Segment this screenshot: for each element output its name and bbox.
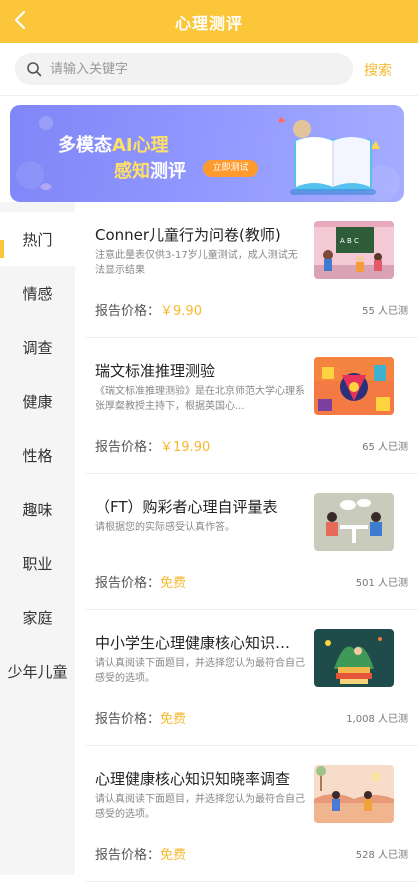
sidebar-item-fun[interactable]: 趣味 xyxy=(0,482,75,536)
sidebar-item-family[interactable]: 家庭 xyxy=(0,590,75,644)
reading-illustration-icon xyxy=(314,629,394,687)
list-item[interactable]: 瑞文标准推理测验 《瑞文标准推理测验》是在北京师范大学心理系张厚粲教授主持下，根… xyxy=(85,338,418,474)
card-description: 请根据您的实际感受认真作答。 xyxy=(95,522,235,533)
sidebar-item-label: 家庭 xyxy=(22,608,53,627)
puzzle-illustration-icon xyxy=(314,357,394,415)
card-price: 报告价格：￥19.90 xyxy=(95,440,211,455)
card-participant-count: 501 人已测 xyxy=(355,578,408,589)
list-item[interactable]: Conner儿童行为问卷(教师) 注意此量表仅供3-17岁儿童测试，成人测试无法… xyxy=(85,202,418,338)
banner-headline-1: 多模态AI心理 xyxy=(58,135,169,156)
search-input[interactable] xyxy=(48,60,332,78)
card-participant-count: 65 人已测 xyxy=(362,442,408,453)
search-bar: 搜索 xyxy=(0,43,418,96)
price-value: 免费 xyxy=(160,848,187,863)
list-item[interactable]: （FT）购彩者心理自评量表 请根据您的实际感受认真作答。 报告价格：免费 501… xyxy=(85,474,418,610)
card-participant-count: 1,008 人已测 xyxy=(346,714,408,725)
back-arrow-icon[interactable] xyxy=(10,9,32,31)
sidebar-item-label: 职业 xyxy=(22,554,53,573)
card-title: （FT）购彩者心理自评量表 xyxy=(95,498,278,516)
sidebar-item-label: 调查 xyxy=(22,338,53,357)
sidebar-item-emotion[interactable]: 情感 xyxy=(0,266,75,320)
list-item[interactable]: 中小学生心理健康核心知识知晓率调查 请认真阅读下面题目，并选择您认为最符合自己感… xyxy=(85,610,418,746)
sidebar-item-label: 健康 xyxy=(22,392,53,411)
sidebar-item-label: 少年儿童 xyxy=(7,662,68,681)
sidebar-item-survey[interactable]: 调查 xyxy=(0,320,75,374)
card-participant-count: 55 人已测 xyxy=(362,306,408,317)
search-icon xyxy=(27,62,42,77)
banner-headline-2: 感知测评 xyxy=(114,161,186,182)
price-value: 免费 xyxy=(160,576,187,591)
card-description: 请认真阅读下面题目，并选择您认为最符合自己感受的选项。 xyxy=(95,794,305,820)
sidebar-item-career[interactable]: 职业 xyxy=(0,536,75,590)
list-item[interactable]: 心理健康核心知识知晓率调查 请认真阅读下面题目，并选择您认为最符合自己感受的选项… xyxy=(85,746,418,882)
search-field[interactable] xyxy=(15,53,353,85)
open-book-icon xyxy=(278,117,380,195)
sidebar-item-personality[interactable]: 性格 xyxy=(0,428,75,482)
card-price: 报告价格：免费 xyxy=(95,576,187,591)
card-price: 报告价格：免费 xyxy=(95,712,187,727)
sidebar-item-hot[interactable]: 热门 xyxy=(0,212,75,266)
card-title: 中小学生心理健康核心知识知晓率调查 xyxy=(95,634,305,652)
card-title: Conner儿童行为问卷(教师) xyxy=(95,226,281,244)
card-description: 《瑞文标准推理测验》是在北京师范大学心理系张厚粲教授主持下，根据英国心... xyxy=(95,386,305,412)
card-description: 注意此量表仅供3-17岁儿童测试，成人测试无法显示结果 xyxy=(95,250,298,276)
sidebar-item-label: 性格 xyxy=(22,446,53,465)
card-title: 瑞文标准推理测验 xyxy=(95,362,216,380)
search-button[interactable]: 搜索 xyxy=(364,60,392,80)
sidebar-item-label: 趣味 xyxy=(22,500,53,519)
card-price: 报告价格：￥9.90 xyxy=(95,304,202,319)
card-title: 心理健康核心知识知晓率调查 xyxy=(95,770,291,788)
category-sidebar: 热门 情感 调查 健康 性格 趣味 职业 家庭 少年儿童 xyxy=(0,202,75,875)
price-value: 免费 xyxy=(160,712,187,727)
test-list: Conner儿童行为问卷(教师) 注意此量表仅供3-17岁儿童测试，成人测试无法… xyxy=(75,202,418,882)
page-title: 心理测评 xyxy=(174,13,243,33)
sidebar-item-teens[interactable]: 少年儿童 xyxy=(0,644,75,698)
meeting-illustration-icon xyxy=(314,493,394,551)
card-participant-count: 528 人已测 xyxy=(355,850,408,861)
classroom-illustration-icon: A B C xyxy=(314,221,394,279)
card-price: 报告价格：免费 xyxy=(95,848,187,863)
svg-text:A B C: A B C xyxy=(340,237,359,245)
price-value: ￥9.90 xyxy=(160,304,202,319)
header-bar: 心理测评 xyxy=(0,0,418,43)
price-value: ￥19.90 xyxy=(160,440,211,455)
sidebar-item-health[interactable]: 健康 xyxy=(0,374,75,428)
promo-banner[interactable]: 多模态AI心理 感知测评 立即测试 xyxy=(10,105,404,202)
sidebar-item-label: 情感 xyxy=(22,284,53,303)
outdoor-illustration-icon xyxy=(314,765,394,823)
card-description: 请认真阅读下面题目，并选择您认为最符合自己感受的选项。 xyxy=(95,658,305,684)
